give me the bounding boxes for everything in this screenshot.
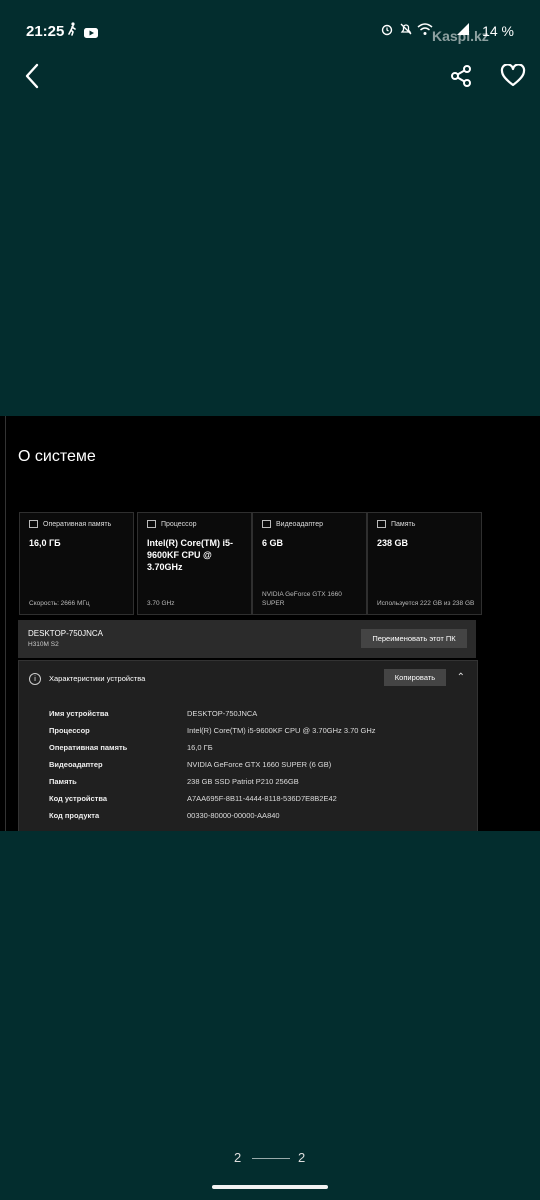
pc-name-bar: DESKTOP-750JNCA H310M S2 Переименовать э… bbox=[18, 620, 476, 658]
battery-level: 14 % bbox=[482, 23, 514, 39]
chevron-left-icon bbox=[25, 63, 39, 89]
cpu-icon bbox=[147, 520, 156, 528]
card-value: 16,0 ГБ bbox=[29, 538, 61, 548]
heart-icon bbox=[500, 64, 526, 87]
walking-icon bbox=[66, 22, 78, 41]
status-time: 21:25 bbox=[26, 23, 65, 40]
pc-name: DESKTOP-750JNCA bbox=[28, 629, 103, 638]
pager-divider bbox=[252, 1158, 290, 1159]
card-label: Память bbox=[391, 520, 416, 528]
favorite-button[interactable] bbox=[493, 56, 533, 96]
storage-card: Память 238 GB Используется 222 GB из 238… bbox=[367, 512, 482, 615]
spec-row: Код продукта 00330-80000-00000-AA840 bbox=[49, 811, 280, 820]
back-button[interactable] bbox=[12, 56, 52, 96]
memory-icon bbox=[29, 520, 38, 528]
card-footer: Используется 222 GB из 238 GB bbox=[377, 600, 475, 607]
product-image[interactable]: О системе Оперативная память 16,0 ГБ Ско… bbox=[0, 416, 540, 831]
ram-card: Оперативная память 16,0 ГБ Скорость: 266… bbox=[19, 512, 134, 615]
chevron-up-icon[interactable]: ⌃ bbox=[457, 672, 465, 683]
cpu-card: Процессор Intel(R) Core(TM) i5-9600KF CP… bbox=[137, 512, 252, 615]
device-specs-panel: i Характеристики устройства Копировать ⌃… bbox=[18, 660, 478, 831]
card-label: Оперативная память bbox=[43, 520, 112, 528]
youtube-icon bbox=[84, 25, 98, 43]
app-bar bbox=[0, 55, 540, 103]
card-footer: 3.70 GHz bbox=[147, 600, 175, 607]
card-value: 238 GB bbox=[377, 538, 409, 548]
spec-row: Процессор Intel(R) Core(TM) i5-9600KF CPU… bbox=[49, 726, 376, 735]
pager-current: 2 bbox=[234, 1150, 242, 1165]
storage-icon bbox=[377, 520, 386, 528]
share-icon bbox=[451, 65, 471, 87]
image-pager: 2 2 bbox=[0, 1150, 540, 1166]
pc-model: H310M S2 bbox=[28, 641, 59, 648]
card-footer: Скорость: 2666 МГц bbox=[29, 600, 90, 607]
image-edge bbox=[5, 416, 6, 831]
copy-button[interactable]: Копировать bbox=[384, 669, 446, 686]
card-label: Процессор bbox=[161, 520, 197, 528]
card-value: 6 GB bbox=[262, 538, 284, 548]
watermark: Kaspi.kz bbox=[432, 28, 489, 44]
mute-icon bbox=[399, 22, 413, 41]
wifi-icon bbox=[417, 22, 433, 41]
status-bar: 21:25 Kaspi.kz 14 % bbox=[0, 0, 540, 60]
page-title: О системе bbox=[18, 448, 96, 465]
specs-title: Характеристики устройства bbox=[49, 674, 146, 683]
spec-row: Код устройства A7AA695F-8B11-4444-8118-53… bbox=[49, 794, 337, 803]
spec-row: Оперативная память 16,0 ГБ bbox=[49, 743, 213, 752]
alarm-icon bbox=[380, 22, 394, 41]
spec-row: Память 238 GB SSD Patriot P210 256GB bbox=[49, 777, 299, 786]
spec-row: Видеоадаптер NVIDIA GeForce GTX 1660 SUPE… bbox=[49, 760, 332, 769]
gpu-icon bbox=[262, 520, 271, 528]
share-button[interactable] bbox=[441, 56, 481, 96]
gpu-card: Видеоадаптер 6 GB NVIDIA GeForce GTX 166… bbox=[252, 512, 367, 615]
card-value: Intel(R) Core(TM) i5-9600KF CPU @ 3.70GH… bbox=[147, 538, 233, 572]
pager-total: 2 bbox=[298, 1150, 306, 1165]
card-footer: NVIDIA GeForce GTX 1660 SUPER bbox=[262, 591, 342, 607]
home-indicator[interactable] bbox=[212, 1185, 328, 1189]
info-icon: i bbox=[29, 673, 41, 685]
card-label: Видеоадаптер bbox=[276, 520, 324, 528]
spec-row: Имя устройства DESKTOP-750JNCA bbox=[49, 709, 258, 718]
rename-pc-button[interactable]: Переименовать этот ПК bbox=[361, 629, 467, 648]
